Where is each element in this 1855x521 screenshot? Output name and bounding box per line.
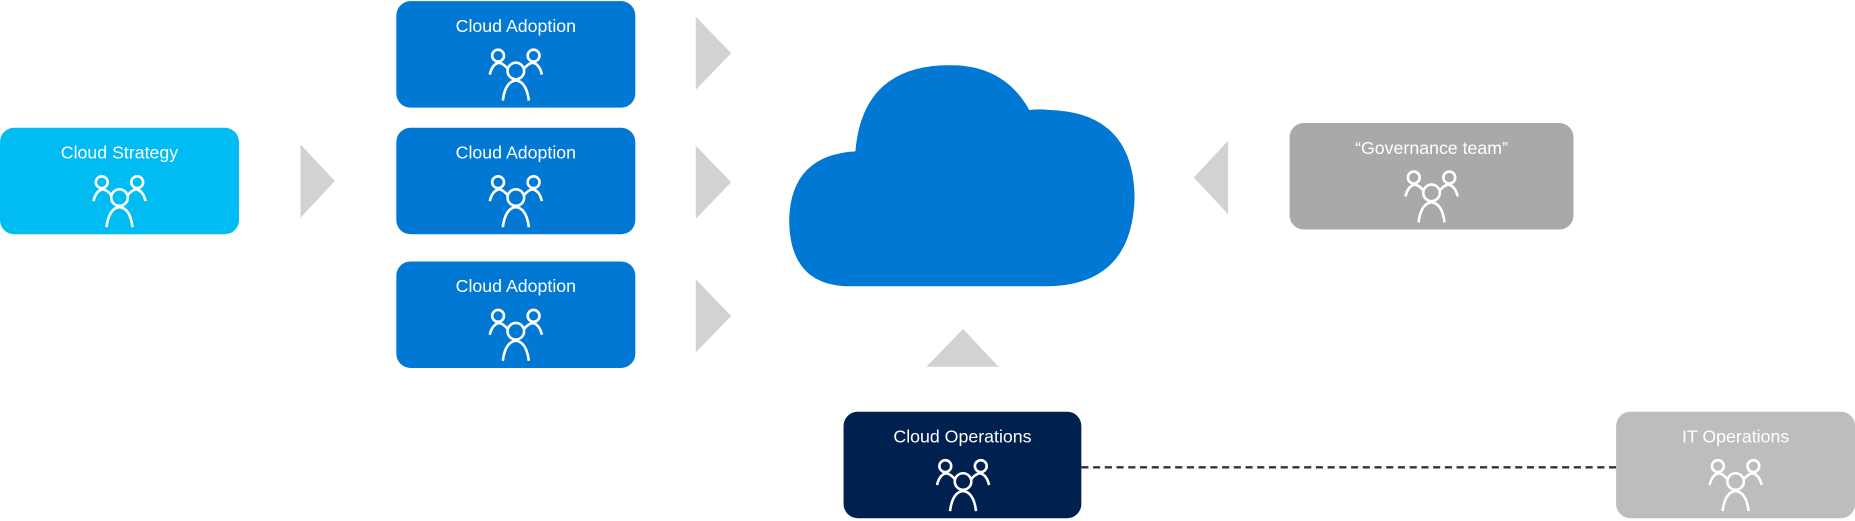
people-group-icon: [488, 48, 544, 102]
people-group-icon: [935, 458, 990, 513]
cloud-adoption-node: Cloud Adoption: [396, 261, 636, 368]
cloud-adoption-node: Cloud Adoption: [396, 1, 636, 108]
cloud-adoption-node: Cloud Adoption: [396, 127, 636, 235]
cloud-strategy-node: Cloud Strategy: [0, 127, 239, 235]
arrow-up-icon: [926, 328, 999, 367]
people-group-icon: [488, 174, 544, 229]
people-group-icon: [92, 174, 147, 229]
node-label: IT Operations: [1681, 427, 1790, 448]
node-label: Cloud Adoption: [455, 16, 577, 37]
arrow-right-icon: [695, 16, 732, 90]
governance-team-node: “Governance team”: [1289, 123, 1574, 230]
arrow-left-icon: [1193, 140, 1229, 215]
node-label: Cloud Strategy: [60, 143, 179, 164]
arrow-right-icon: [695, 279, 732, 353]
node-label: Cloud Adoption: [455, 143, 577, 164]
arrow-right-icon: [300, 144, 335, 218]
people-group-icon: [488, 308, 544, 363]
node-label: “Governance team”: [1355, 138, 1508, 159]
people-group-icon: [1404, 170, 1459, 224]
cloud-operations-node: Cloud Operations: [843, 411, 1082, 519]
people-group-icon: [1708, 458, 1763, 513]
node-label: Cloud Adoption: [455, 276, 577, 297]
node-label: Cloud Operations: [893, 427, 1032, 448]
dashed-connector: [1081, 466, 1617, 469]
cloud-icon: [789, 65, 1135, 287]
it-operations-node: IT Operations: [1616, 411, 1855, 519]
arrow-right-icon: [695, 145, 732, 219]
diagram: Cloud Strategy Cloud Adoption Cloud Adop…: [0, 0, 1855, 521]
